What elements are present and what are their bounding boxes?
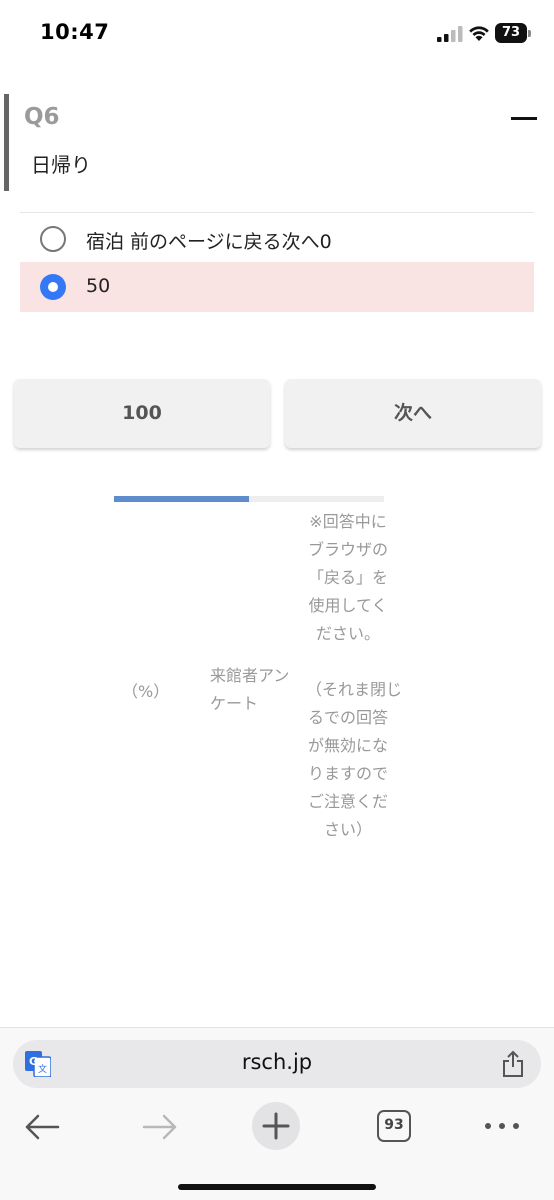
prev-button[interactable]: 100: [14, 379, 270, 448]
tab-switcher-button[interactable]: 93: [377, 1110, 411, 1142]
wifi-icon: [469, 26, 489, 41]
new-tab-button[interactable]: [252, 1102, 300, 1150]
plus-icon: [262, 1112, 290, 1140]
collapse-icon[interactable]: [511, 117, 537, 120]
url-text: rsch.jp: [241, 1050, 313, 1074]
option-label: 50: [86, 275, 111, 297]
option-label: 宿泊 前のページに戻る次へ0: [86, 231, 332, 253]
back-arrow-icon[interactable]: [24, 1112, 60, 1142]
status-bar: 10:47 73: [0, 0, 554, 66]
forward-arrow-icon[interactable]: [142, 1112, 178, 1142]
question-accent-bar: [4, 94, 9, 191]
survey-name: 来館者アンケート: [210, 666, 290, 713]
question-text: 日帰り: [31, 153, 91, 177]
question-number: Q6: [24, 104, 60, 130]
notice-text: ※回答中にブラウザの「戻る」を使用してください。: [307, 512, 388, 643]
notice-tail-text: （それま閉じ るでの回答 が無効にな りますので ご注意くだ さい）: [306, 680, 403, 839]
more-icon[interactable]: [482, 1118, 522, 1134]
cellular-signal-icon: [437, 26, 463, 42]
address-bar[interactable]: G 文 rsch.jp: [13, 1040, 541, 1088]
progress-bar: [114, 496, 384, 502]
radio-button[interactable]: [40, 226, 66, 252]
battery-level: 73: [495, 23, 527, 43]
browser-toolbar: G 文 rsch.jp 93: [0, 1027, 554, 1200]
divider: [20, 212, 534, 213]
share-icon[interactable]: [501, 1050, 525, 1078]
status-time: 10:47: [40, 20, 110, 44]
battery-icon: 73: [495, 23, 531, 43]
progress-percent-label: （%）: [122, 682, 170, 701]
option-item-selected[interactable]: 50: [20, 262, 534, 312]
radio-button-checked[interactable]: [40, 274, 66, 300]
option-item[interactable]: 宿泊 前のページに戻る次へ0: [20, 214, 534, 264]
progress-fill: [114, 496, 249, 502]
next-button[interactable]: 次へ: [285, 379, 541, 448]
home-indicator: [178, 1184, 376, 1190]
